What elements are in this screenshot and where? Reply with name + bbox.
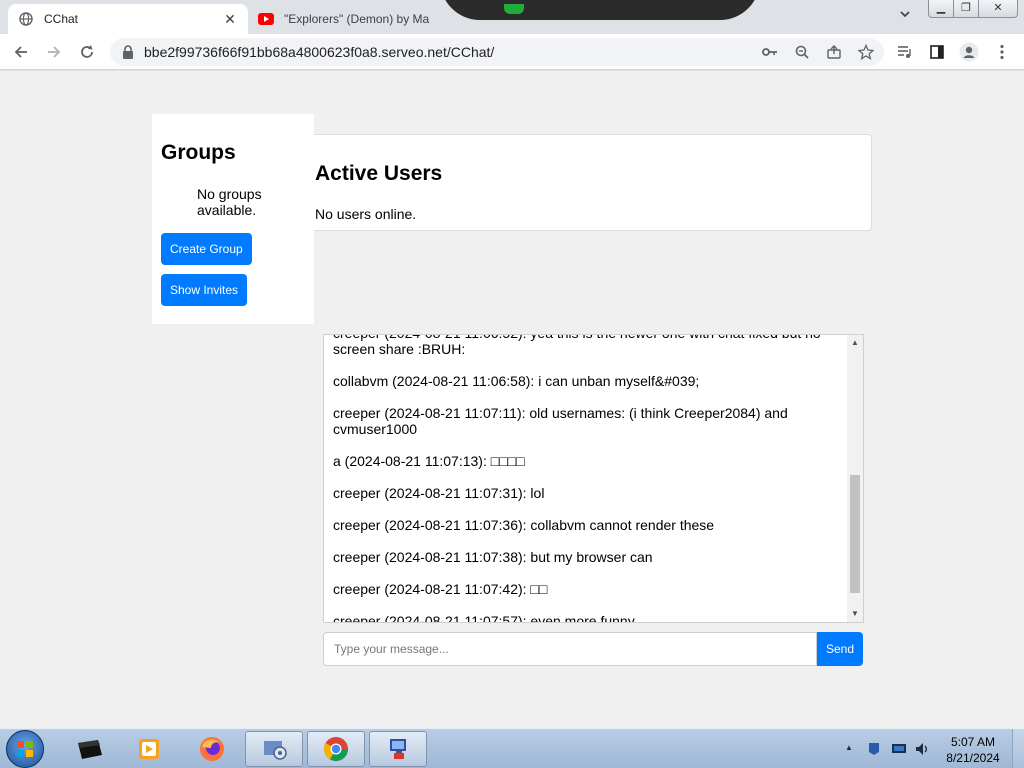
lock-icon[interactable] <box>120 44 136 60</box>
reload-icon[interactable] <box>74 40 100 64</box>
chat-message: creeper (2024-08-21 11:06:52): yea this … <box>333 335 821 357</box>
profile-avatar-icon[interactable] <box>956 40 982 64</box>
chat-message-list: creeper (2024-08-21 11:06:52): yea this … <box>333 335 845 623</box>
terminal-icon[interactable] <box>60 731 118 767</box>
send-button[interactable]: Send <box>817 632 863 666</box>
control-panel-icon[interactable] <box>245 731 303 767</box>
scroll-up-arrow-icon[interactable]: ▲ <box>847 335 863 351</box>
chat-message: collabvm (2024-08-21 11:06:58): i can un… <box>333 373 700 389</box>
volume-icon[interactable] <box>915 741 931 757</box>
menu-kebab-icon[interactable] <box>989 40 1015 64</box>
overlay-indicator <box>504 4 524 14</box>
tab-close-icon[interactable]: ✕ <box>222 11 238 27</box>
show-invites-button[interactable]: Show Invites <box>161 274 248 306</box>
clock-time: 5:07 AM <box>950 735 996 749</box>
tray-expand-arrow-icon[interactable]: ▲ <box>845 743 853 752</box>
clock-date: 8/21/2024 <box>946 751 1000 765</box>
groups-panel: Groups No groups available. Create Group… <box>152 114 314 324</box>
address-bar[interactable]: bbe2f99736f66f91bb68a4800623f0a8.serveo.… <box>110 38 884 66</box>
url-text: bbe2f99736f66f91bb68a4800623f0a8.serveo.… <box>144 44 495 60</box>
show-desktop-button[interactable] <box>1012 729 1024 768</box>
chat-message: creeper (2024-08-21 11:07:57): even more… <box>333 613 635 623</box>
media-control-icon[interactable] <box>892 40 918 64</box>
star-icon[interactable] <box>854 40 878 64</box>
chat-message: creeper (2024-08-21 11:07:42): □□ <box>333 581 548 597</box>
zoom-icon[interactable] <box>790 40 814 64</box>
key-icon[interactable] <box>758 40 782 64</box>
no-users-text: No users online. <box>315 206 417 222</box>
groups-heading: Groups <box>161 141 236 164</box>
maximize-button[interactable]: ❐ <box>953 0 979 18</box>
action-center-icon[interactable] <box>866 741 882 757</box>
message-input[interactable] <box>323 632 817 666</box>
back-arrow-icon[interactable] <box>8 40 34 64</box>
chat-scrollbar[interactable]: ▲ ▼ <box>847 335 863 622</box>
chat-messages-box[interactable]: creeper (2024-08-21 11:06:52): yea this … <box>323 334 864 623</box>
chat-message: creeper (2024-08-21 11:07:31): lol <box>333 485 545 501</box>
share-icon[interactable] <box>822 40 846 64</box>
network-app-icon[interactable] <box>369 731 427 767</box>
tab-title: CChat <box>44 12 79 26</box>
firefox-icon[interactable] <box>183 731 241 767</box>
close-window-button[interactable]: ✕ <box>978 0 1018 18</box>
forward-arrow-icon[interactable] <box>41 40 67 64</box>
tab-title: "Explorers" (Demon) by Ma <box>284 12 430 26</box>
chrome-icon[interactable] <box>307 731 365 767</box>
side-panel-icon[interactable] <box>924 40 950 64</box>
taskbar-clock[interactable]: 5:07 AM 8/21/2024 <box>940 734 1006 766</box>
taskbar: ▲ 5:07 AM 8/21/2024 <box>0 728 1024 768</box>
media-player-icon[interactable] <box>120 731 178 767</box>
no-groups-text: No groups available. <box>197 186 262 218</box>
active-users-heading: Active Users <box>315 162 443 185</box>
start-button[interactable] <box>6 730 44 768</box>
chat-message: a (2024-08-21 11:07:13): □□□□ <box>333 453 525 469</box>
cchat-page: Groups No groups available. Create Group… <box>0 71 1024 728</box>
tab-cchat[interactable]: CChat ✕ <box>8 4 248 34</box>
display-tray-icon[interactable] <box>891 741 907 757</box>
active-users-panel: Active Users No users online. <box>314 134 872 231</box>
scrollbar-thumb[interactable] <box>850 475 860 593</box>
minimize-button[interactable]: ▁ <box>928 0 954 18</box>
tab-youtube[interactable]: "Explorers" (Demon) by Ma <box>250 4 490 34</box>
chevron-down-icon[interactable] <box>895 8 915 26</box>
chat-message: creeper (2024-08-21 11:07:11): old usern… <box>333 405 788 437</box>
tab-strip: CChat ✕ "Explorers" (Demon) by Ma ▁ ❐ ✕ <box>0 0 1024 34</box>
youtube-icon <box>258 11 274 27</box>
create-group-button[interactable]: Create Group <box>161 233 252 265</box>
chat-message: creeper (2024-08-21 11:07:36): collabvm … <box>333 517 715 533</box>
globe-icon <box>18 11 34 27</box>
browser-toolbar: bbe2f99736f66f91bb68a4800623f0a8.serveo.… <box>0 34 1024 70</box>
scroll-down-arrow-icon[interactable]: ▼ <box>847 606 863 622</box>
chat-message: creeper (2024-08-21 11:07:38): but my br… <box>333 549 653 565</box>
